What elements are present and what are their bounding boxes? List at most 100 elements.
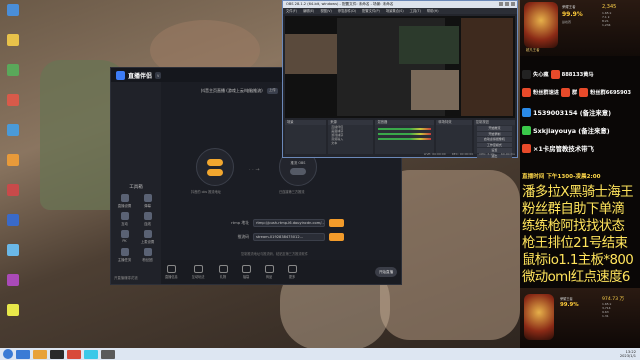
maximize-icon[interactable]: [505, 2, 509, 6]
taskbar-app-icon[interactable]: [33, 349, 47, 359]
obs-control-button[interactable]: 工作室模式: [476, 142, 512, 147]
contact-text: 888133黄马: [561, 71, 594, 78]
tool-label: 弹幕: [144, 204, 151, 208]
sidebar-footer-link[interactable]: 开直播赚零花钱: [114, 275, 138, 280]
obs-menubar: 文件(F) 编辑(E) 视图(V) 停靠部件(D) 配置文件(P) 场景集合(S) 工具(T…: [283, 8, 517, 14]
tool-icon: [120, 212, 129, 220]
obs-preview[interactable]: [285, 16, 515, 118]
tool-button[interactable]: 弹幕: [137, 194, 158, 208]
device-right-label: 推流 OBS: [290, 160, 306, 165]
copy-key-button[interactable]: [329, 233, 344, 241]
rtmp-field[interactable]: rtmp://push-rtmp-l6.douyincdn.com/...: [253, 219, 325, 227]
preview-layer: [285, 34, 337, 74]
desktop-icon[interactable]: [2, 154, 24, 176]
taskbar-app-icon[interactable]: [101, 349, 115, 359]
device-source-left[interactable]: [196, 148, 234, 186]
desktop-icon[interactable]: [2, 184, 24, 206]
audio-meter[interactable]: [378, 128, 432, 130]
rank-stat-big: 2,345: [602, 4, 617, 10]
taskbar-app-icon[interactable]: [16, 349, 30, 359]
obs-control-button[interactable]: 开始录制: [476, 131, 512, 136]
obs-menu-item[interactable]: 帮助(H): [427, 8, 439, 14]
action-icon: [218, 265, 228, 273]
bottom-action-button[interactable]: 礼物: [218, 265, 228, 279]
desktop-icon[interactable]: [2, 34, 24, 56]
bottom-action-button[interactable]: 直播信息: [165, 265, 178, 279]
copy-rtmp-button[interactable]: [329, 219, 344, 227]
source-item[interactable]: 文本: [328, 141, 373, 145]
toggle-switch[interactable]: [207, 168, 223, 176]
app-brand: 直播伴侣: [128, 72, 153, 80]
group-icon: [579, 87, 589, 97]
action-icon: [193, 265, 203, 273]
audio-meter[interactable]: [378, 138, 432, 140]
desktop-icon[interactable]: [2, 214, 24, 236]
tool-button[interactable]: 粉丝团: [137, 248, 158, 262]
start-button-icon[interactable]: [3, 349, 13, 359]
obs-menu-item[interactable]: 场景集合(S): [386, 8, 404, 14]
controls-dock: 控制按钮 开始推流 开始录制 启动虚拟摄像机 工作室模式 设置 退出: [473, 120, 515, 158]
desktop-icon[interactable]: [2, 64, 24, 86]
desktop-icon[interactable]: [2, 244, 24, 266]
preview-layer: [461, 18, 513, 116]
stream-info-line: 微动oml红点速度6: [522, 270, 630, 285]
desktop-icon[interactable]: [2, 274, 24, 296]
contact-row: 粉丝群速进 群 粉丝群6695903: [522, 86, 640, 98]
obs-menu-item[interactable]: 视图(V): [320, 8, 331, 14]
bottom-action-label: 直播信息: [165, 275, 178, 279]
clock-date: 2023/1/1: [619, 354, 636, 358]
desktop-icon[interactable]: [2, 304, 24, 326]
obs-menu-item[interactable]: 配置文件(P): [362, 8, 380, 14]
controls-title: 控制按钮: [473, 120, 515, 125]
desktop-icon[interactable]: [2, 4, 24, 26]
bottom-rank-stats: 974.73 万 1.65 k 3,714 9.63 1.31: [602, 296, 638, 318]
tool-button[interactable]: 主播任务: [114, 248, 135, 262]
clock[interactable]: 13:22 2023/1/1: [620, 350, 636, 358]
group-icon: [560, 87, 570, 97]
bottom-action-button[interactable]: 商品: [264, 265, 274, 279]
action-icon: [166, 265, 176, 273]
contact-row: ×1卡房管教技术带飞: [522, 142, 640, 154]
obs-menu-item[interactable]: 文件(F): [286, 8, 297, 14]
transitions-title: 转场特效: [436, 120, 472, 125]
obs-title-text: OBS 28.1.2 (64-bit, windows) - 配置文件: 未命名…: [286, 2, 394, 6]
minimize-icon[interactable]: [499, 2, 503, 6]
mode-badge[interactable]: 上传: [266, 88, 278, 94]
obs-menu-item[interactable]: 停靠部件(D): [338, 8, 356, 14]
tool-button[interactable]: PK: [114, 230, 135, 244]
audio-meter[interactable]: [378, 133, 432, 135]
mode-selector[interactable]: 抖音主页直播 (游戏上云/电脑推流) 上传: [201, 88, 278, 94]
tool-label: 上麦设置: [140, 240, 155, 244]
tool-icon: [143, 194, 152, 202]
key-label: 推流码: [237, 234, 249, 239]
toggle-switch[interactable]: [207, 158, 223, 166]
go-live-button[interactable]: 开始直播: [375, 267, 397, 277]
obs-titlebar: OBS 28.1.2 (64-bit, windows) - 配置文件: 未命名…: [283, 1, 517, 8]
transitions-dock: 转场特效: [436, 120, 472, 154]
connection-arrow: · · →: [249, 167, 260, 173]
close-icon[interactable]: [511, 2, 515, 6]
obs-menu-item[interactable]: 编辑(E): [303, 8, 314, 14]
window-controls: [499, 1, 517, 8]
tool-button[interactable]: 互动: [114, 212, 135, 226]
bottom-action-button[interactable]: 福袋: [241, 265, 251, 279]
desktop-icon[interactable]: [2, 94, 24, 116]
tool-button[interactable]: 连线: [137, 212, 158, 226]
device-left-caption: 抖音的 obs 推流地址: [191, 190, 221, 194]
obs-control-button[interactable]: 开始推流: [476, 126, 512, 131]
app-icon: [7, 34, 19, 46]
desktop-icon[interactable]: [2, 124, 24, 146]
taskbar-app-icon[interactable]: [84, 349, 98, 359]
bottom-action-button[interactable]: 互动玩法: [192, 265, 205, 279]
mode-select[interactable]: 抖音主页直播 (游戏上云/电脑推流): [201, 88, 263, 94]
taskbar-app-icon[interactable]: [67, 349, 81, 359]
taskbar-app-icon[interactable]: [50, 349, 64, 359]
tool-button[interactable]: 直播设置: [114, 194, 135, 208]
stream-key-field[interactable]: stream-0192838475012...: [253, 233, 325, 241]
tool-button[interactable]: 上麦设置: [137, 230, 158, 244]
toggle-switch[interactable]: [290, 167, 306, 175]
obs-control-button[interactable]: 启动虚拟摄像机: [476, 137, 512, 142]
bottom-action-button[interactable]: 更多: [287, 265, 297, 279]
obs-menu-item[interactable]: 工具(T): [410, 8, 421, 14]
key-row: 推流码 stream-0192838475012...: [229, 233, 344, 241]
